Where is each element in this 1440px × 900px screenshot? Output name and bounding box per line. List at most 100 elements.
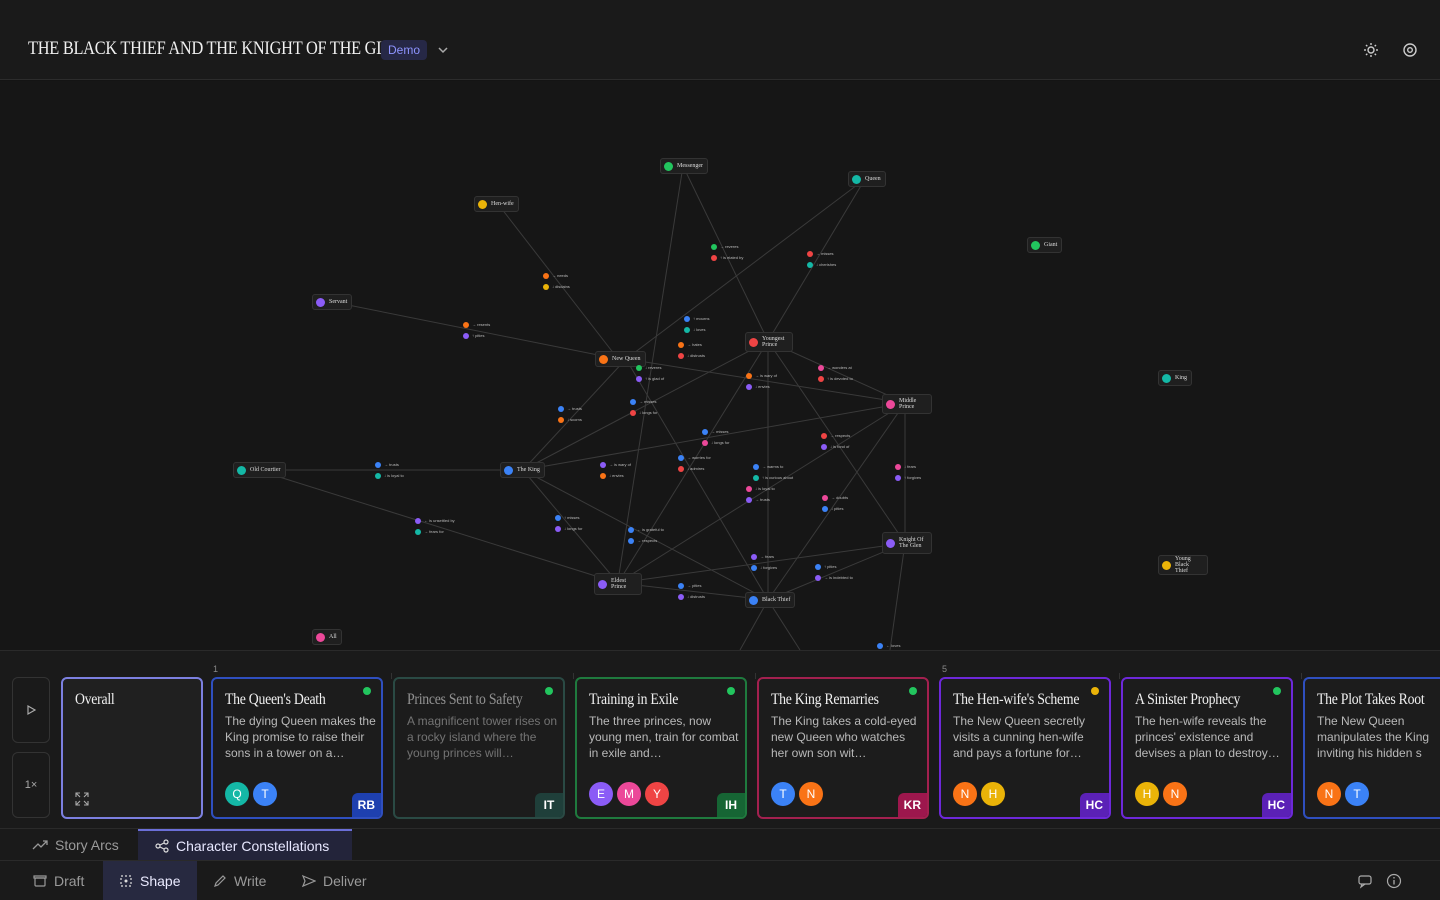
settings-icon[interactable] [1401,41,1419,59]
send-icon [302,874,316,887]
avatar[interactable]: T [253,782,277,806]
avatar[interactable]: N [1163,782,1187,806]
scene-card[interactable]: Princes Sent to Safety A magnificent towe… [393,677,565,819]
node-label: Knight Of The Glen [899,537,924,549]
avatar[interactable]: T [771,782,795,806]
node-servant[interactable]: Servant [312,294,353,310]
edge-label-row: ↑ is devoted to [818,376,853,382]
avatar[interactable]: Q [225,782,249,806]
node-queen[interactable]: Queen [848,171,886,187]
node-old-courtier[interactable]: Old Courtier [233,462,286,478]
tab-shape[interactable]: Shape [103,861,197,900]
node-youngest-prince[interactable]: Youngest Prince [745,332,793,352]
status-dot [545,687,553,695]
character-constellation-graph[interactable]: Messenger Queen Hen-wife Giant Servant Y… [0,81,1440,650]
node-messenger[interactable]: Messenger [660,158,708,174]
node-knight-of-the-glen[interactable]: Knight Of The Glen [882,532,932,554]
tab-story-arcs[interactable]: Story Arcs [32,829,119,860]
scene-card[interactable]: Overall [61,677,203,819]
chevron-down-icon[interactable] [436,43,450,57]
avatar[interactable]: H [981,782,1005,806]
edge-label-text: ↑ pities [472,333,485,339]
edge-dot [821,444,827,450]
edge-label: → is wary of ↓ envies [746,373,777,390]
scene-card[interactable]: A Sinister Prophecy The hen-wife reveals … [1121,677,1293,819]
edge-label: → trusts ↓ is loyal to [375,462,404,479]
node-eldest-prince[interactable]: Eldest Prince [594,573,642,595]
speed-button[interactable]: 1× [12,752,50,818]
avatar[interactable]: N [953,782,977,806]
edge-label-row: ← loves [877,643,900,649]
mode-tabs: Draft Shape Write Deliver [0,860,1440,900]
edge-label-row: → trusts [558,406,582,412]
scene-card[interactable]: The Hen-wife's Scheme The New Queen secre… [939,677,1111,819]
edge-label: → needs ↓ disdains [543,273,570,290]
edge-label-row: ↑ mourns [684,316,709,322]
status-dot [1091,687,1099,695]
node-black-thief[interactable]: Black Thief [745,592,796,608]
scene-description: The hen-wife reveals the princes' existe… [1135,714,1280,760]
avatar[interactable]: M [617,782,641,806]
edge-label-row: → respects [628,538,664,544]
edge-dot [807,251,813,257]
node-the-king[interactable]: The King [500,462,545,478]
play-button[interactable] [12,677,50,743]
edge-dot [375,462,381,468]
edge-label-row: ↓ is loyal to [746,486,775,492]
edge-dot [678,342,684,348]
scene-timeline[interactable]: 1× 1 5 Overall The Queen's Death The dying… [0,650,1440,828]
avatar[interactable]: T [1345,782,1369,806]
edge-label-text: ↑ is devoted to [827,376,853,382]
info-icon[interactable] [1386,873,1402,889]
chat-icon[interactable] [1357,873,1373,889]
edge-label-text: ↓ longs for [639,410,658,416]
story-title[interactable]: THE BLACK THIEF AND THE KNIGHT OF THE GL… [28,38,407,60]
character-avatars: QT [225,782,277,806]
node-dot [749,337,758,347]
scene-card[interactable]: The Plot Takes Root The New Queen manipul… [1303,677,1440,819]
arc-badge: RB [351,793,381,817]
node-middle-prince[interactable]: Middle Prince [882,394,932,414]
edge-label-row: ↑ pities [815,564,853,570]
scene-description: The three princes, now young men, train … [589,714,739,760]
avatar[interactable]: E [589,782,613,806]
edge-dot [555,515,561,521]
avatar[interactable]: H [1135,782,1159,806]
node-hen-wife[interactable]: Hen-wife [474,196,519,212]
edge-dot [600,462,606,468]
sun-icon[interactable] [1362,41,1380,59]
node-king[interactable]: King [1158,370,1192,386]
scene-card[interactable]: The King Remarries The King takes a cold-… [757,677,929,819]
avatar[interactable]: Y [645,782,669,806]
avatar[interactable]: N [1317,782,1341,806]
tab-label: Draft [54,872,85,889]
node-giant[interactable]: Giant [1027,237,1063,253]
node-young-black-thief[interactable]: Young Black Thief [1158,555,1208,575]
node-all[interactable]: All [312,629,342,645]
edge-label: → doubts ↓ pities [822,495,848,512]
node-dot [886,399,895,409]
scene-card[interactable]: Training in Exile The three princes, now … [575,677,747,819]
edge-label: → hates ↓ distrusts [678,342,705,359]
arc-badge: HC [1261,793,1291,817]
edge-label-row: ↓ fears [895,464,921,470]
edge-label-text: ↓ distrusts [687,353,706,359]
character-avatars: HN [1135,782,1187,806]
demo-badge: Demo [381,40,428,60]
edge-label-text: ← is grateful to [637,527,664,533]
edge-label-row: → reveres [711,244,743,250]
tab-draft[interactable]: Draft [33,861,84,900]
tab-character-constellations[interactable]: Character Constellations [138,829,352,860]
avatar[interactable]: N [799,782,823,806]
edge-dot [711,244,717,250]
node-dot [749,595,758,605]
scene-card[interactable]: The Queen's Death The dying Queen makes t… [211,677,383,819]
edge-label-text: → warms to [762,464,784,470]
tab-write[interactable]: Write [213,861,266,900]
edge-label-text: → respects [830,433,851,439]
scene-title: Overall [75,691,115,708]
edge-dot [815,564,821,570]
edge-label-text: → trusts [567,406,582,412]
expand-icon[interactable] [74,791,90,807]
tab-deliver[interactable]: Deliver [302,861,367,900]
